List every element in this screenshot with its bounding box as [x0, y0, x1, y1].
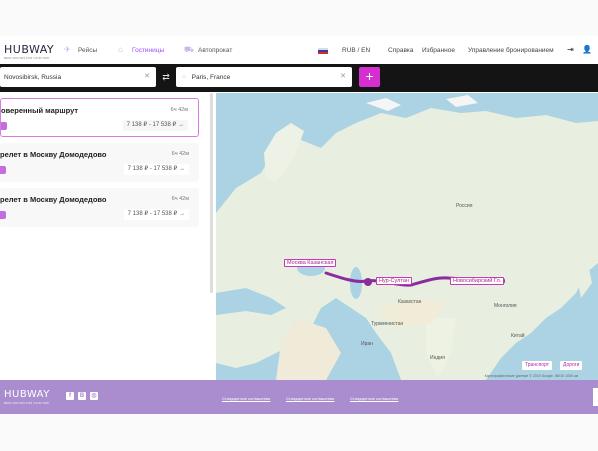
nav-car-rental[interactable]: ⛟ Автопрокат	[184, 46, 232, 54]
nav-hotels[interactable]: ⌂ Гостиницы	[118, 46, 164, 54]
route-price[interactable]: 7 138 ₽ - 17 538 ₽ →	[123, 209, 189, 220]
origin-field[interactable]: Novosibirsk, Russia ✕	[0, 67, 156, 87]
map-roads-button[interactable]: Дороги	[560, 361, 583, 370]
destination-value: Paris, France	[191, 73, 231, 81]
footer-link[interactable]: Стандартные соглашения	[286, 396, 334, 401]
car-icon: ⛟	[184, 45, 195, 54]
map-label-china: Китай	[511, 333, 525, 339]
footer-link[interactable]: Стандартные соглашения	[222, 396, 270, 401]
route-duration: 6ч 42м	[171, 196, 189, 202]
map-city-moscow[interactable]: Москва Казанская	[284, 259, 337, 267]
route-duration: 6ч 42м	[171, 151, 189, 157]
map[interactable]: Москва Казанская Нур-Султан Новосибирски…	[216, 93, 598, 380]
map-label-mongolia: Монголия	[494, 303, 517, 309]
route-list-scrollbar[interactable]	[210, 93, 213, 293]
map-label-russia: Россия	[456, 203, 473, 209]
map-label-iran: Иран	[361, 341, 373, 347]
app-frame: HUBWAY BEST ROUTES FOR YOUR TRIP ✈ Рейсы…	[0, 36, 598, 414]
route-duration: 6ч 42м	[170, 107, 188, 113]
footer-logo-tagline: BEST ROUTES FOR YOUR TRIP	[4, 401, 50, 405]
map-label-turkmenistan: Туркменистан	[371, 321, 404, 327]
location-pin-icon: ⌂	[182, 74, 186, 80]
route-tag	[1, 122, 7, 130]
manage-booking-link[interactable]: Управление бронированием	[468, 47, 554, 54]
footer-link[interactable]: Стандартные соглашения	[350, 396, 398, 401]
login-icon[interactable]: ⇥	[567, 45, 574, 54]
map-label-kazakhstan: Казахстан	[398, 299, 422, 305]
route-tag	[0, 166, 6, 174]
plane-icon: ✈	[64, 45, 71, 54]
route-title: оверенный маршрут	[1, 106, 79, 115]
add-destination-button[interactable]: +	[359, 67, 380, 87]
route-price[interactable]: 7 138 ₽ - 17 538 ₽ →	[122, 120, 188, 131]
nav-flights-label: Рейсы	[78, 46, 98, 54]
route-title: релет в Москву Домодедово	[0, 195, 107, 204]
instagram-icon[interactable]: ◎	[90, 392, 98, 400]
bottom-margin	[0, 414, 598, 451]
facebook-icon[interactable]: f	[66, 392, 74, 400]
vk-icon[interactable]: B	[78, 392, 86, 400]
logo[interactable]: HUBWAY	[4, 43, 54, 56]
route-list: оверенный маршрут 6ч 42м 7 138 ₽ - 17 53…	[0, 93, 215, 380]
map-city-novosibirsk[interactable]: Новосибирский Гл.	[450, 277, 505, 285]
top-margin	[0, 0, 598, 36]
route-card[interactable]: релет в Москву Домодедово 6ч 42м 7 138 ₽…	[0, 143, 199, 182]
top-header: HUBWAY BEST ROUTES FOR YOUR TRIP ✈ Рейсы…	[0, 36, 598, 64]
hotel-icon: ⌂	[118, 45, 123, 54]
favorites-link[interactable]: Избранное	[422, 47, 455, 54]
footer-logo[interactable]: HUBWAY	[4, 389, 50, 400]
map-transport-button[interactable]: Транспорт	[522, 361, 553, 370]
route-card[interactable]: оверенный маршрут 6ч 42м 7 138 ₽ - 17 53…	[0, 98, 199, 137]
footer: HUBWAY BEST ROUTES FOR YOUR TRIP f B ◎ С…	[0, 380, 598, 414]
route-card[interactable]: релет в Москву Домодедово 6ч 42м 7 138 ₽…	[0, 188, 199, 227]
swap-icon[interactable]: ⇄	[159, 70, 173, 84]
clear-destination-icon[interactable]: ✕	[340, 72, 346, 80]
route-tag	[0, 211, 6, 219]
map-attribution: Картографические данные © 2019 Google, I…	[484, 374, 578, 378]
route-title: релет в Москву Домодедово	[0, 150, 107, 159]
logo-tagline: BEST ROUTES FOR YOUR TRIP	[4, 56, 50, 60]
nav-flights[interactable]: ✈ Рейсы	[64, 46, 97, 54]
help-link[interactable]: Справка	[388, 47, 414, 54]
search-bar: Novosibirsk, Russia ✕ ⇄ ⌂ Paris, France …	[0, 64, 598, 92]
map-city-nursultan[interactable]: Нур-Султан	[376, 277, 412, 285]
origin-value: Novosibirsk, Russia	[4, 73, 62, 81]
russia-flag-icon[interactable]	[318, 48, 328, 54]
nav-hotels-label: Гостиницы	[132, 46, 165, 54]
user-icon[interactable]: 👤	[582, 45, 592, 54]
map-land	[216, 95, 598, 380]
map-label-india: Индия	[430, 355, 445, 361]
destination-field[interactable]: ⌂ Paris, France ✕	[176, 67, 352, 87]
route-price[interactable]: 7 138 ₽ - 17 538 ₽ →	[123, 164, 189, 175]
currency-language-switch[interactable]: RUB / EN	[342, 47, 370, 54]
clear-origin-icon[interactable]: ✕	[144, 72, 150, 80]
nav-car-rental-label: Автопрокат	[198, 46, 233, 54]
footer-scroll-tab[interactable]	[593, 388, 598, 406]
